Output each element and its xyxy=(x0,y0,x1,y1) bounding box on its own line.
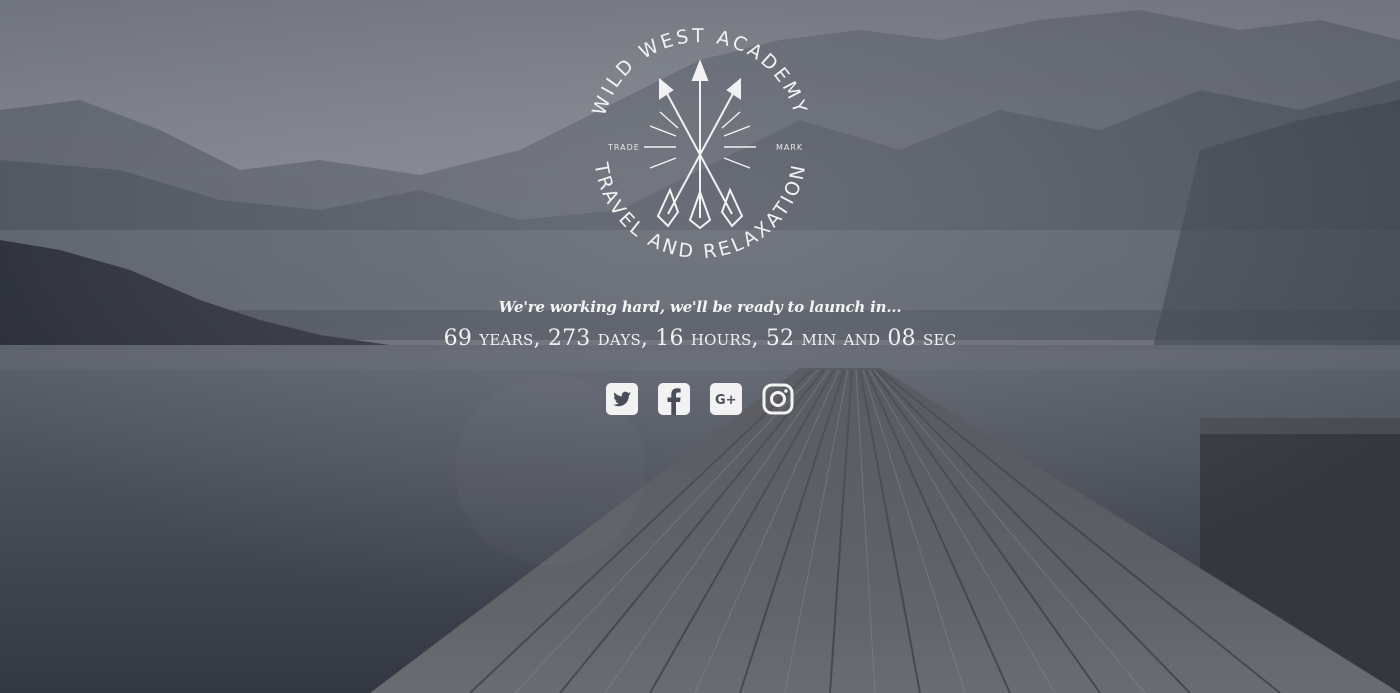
instagram-icon xyxy=(762,383,794,415)
countdown-timer: 69 years, 273 days, 16 hours, 52 min and… xyxy=(443,326,957,351)
launch-tagline: We're working hard, we'll be ready to la… xyxy=(498,298,902,316)
facebook-icon xyxy=(658,383,690,415)
twitter-button[interactable] xyxy=(606,383,638,415)
svg-text:G+: G+ xyxy=(715,393,737,408)
academy-logo: WILD WEST ACADEMY TRAVEL AND RELAXATION … xyxy=(588,25,809,262)
twitter-icon xyxy=(606,383,638,415)
facebook-button[interactable] xyxy=(658,383,690,415)
google-plus-button[interactable]: G+ xyxy=(710,383,742,415)
logo-trade-label: TRADE xyxy=(607,143,640,152)
logo-mark-label: MARK xyxy=(776,143,803,152)
google-plus-icon: G+ xyxy=(710,383,742,415)
crossed-arrows-icon xyxy=(656,59,744,230)
instagram-button[interactable] xyxy=(762,383,794,415)
social-links: G+ xyxy=(606,383,796,417)
